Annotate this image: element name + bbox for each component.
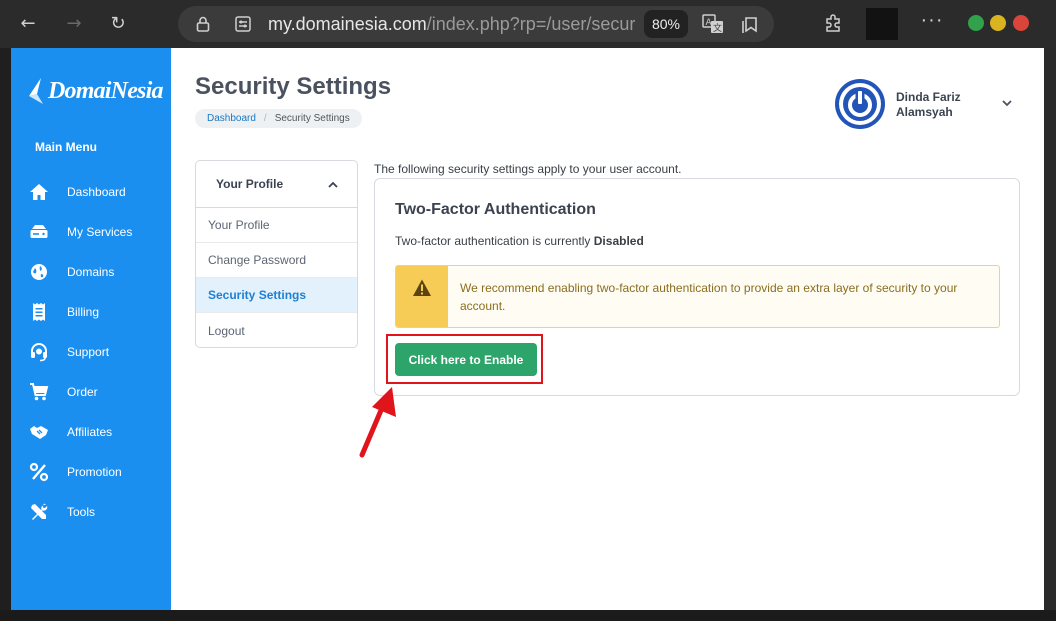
profile-panel: Your Profile Your Profile Change Passwor… bbox=[195, 160, 358, 348]
window-minimize-button[interactable] bbox=[968, 15, 984, 31]
brand-logo[interactable]: DomaiNesia bbox=[27, 74, 163, 108]
breadcrumb-separator: / bbox=[263, 113, 267, 124]
two-factor-status: Two-factor authentication is currently D… bbox=[395, 234, 644, 248]
url-domain: my.domainesia.com bbox=[268, 14, 427, 34]
sidebar-item-label: Billing bbox=[67, 305, 100, 319]
sidebar-item-label: My Services bbox=[67, 225, 133, 239]
user-menu[interactable]: Dinda Fariz Alamsyah bbox=[835, 79, 1025, 131]
taskbar-edge bbox=[0, 610, 1056, 621]
sidebar-item-domains[interactable]: Domains bbox=[11, 252, 171, 292]
profile-menu-security-settings[interactable]: Security Settings bbox=[196, 278, 357, 313]
sidebar-menu: Dashboard My Services Domains Billing Su… bbox=[11, 172, 171, 532]
profile-menu-logout[interactable]: Logout bbox=[196, 313, 357, 347]
extensions-puzzle-icon[interactable] bbox=[822, 12, 844, 34]
handshake-icon bbox=[30, 426, 48, 439]
sidebar-item-tools[interactable]: Tools bbox=[11, 492, 171, 532]
reading-list-icon[interactable] bbox=[740, 14, 760, 34]
sidebar-item-label: Domains bbox=[67, 265, 115, 279]
chevron-down-icon[interactable] bbox=[1000, 96, 1014, 110]
window-close-button[interactable] bbox=[1013, 15, 1029, 31]
back-arrow-icon[interactable]: ← bbox=[16, 12, 40, 36]
annotation-arrow-icon bbox=[359, 387, 396, 458]
profile-panel-header[interactable]: Your Profile bbox=[196, 161, 357, 208]
sidebar-item-dashboard[interactable]: Dashboard bbox=[11, 172, 171, 212]
sidebar: DomaiNesia Main Menu Dashboard My Servic… bbox=[11, 48, 171, 610]
power-logo-icon bbox=[839, 83, 881, 125]
sidebar-item-label: Dashboard bbox=[67, 185, 126, 199]
translate-icon[interactable]: A 文 bbox=[702, 14, 724, 34]
address-bar[interactable]: my.domainesia.com/index.php?rp=/user/sec… bbox=[178, 6, 774, 42]
alert-icon-box bbox=[396, 266, 448, 327]
warning-alert: We recommend enabling two-factor authent… bbox=[395, 265, 1000, 328]
two-factor-title: Two-Factor Authentication bbox=[395, 201, 596, 218]
headset-icon bbox=[31, 343, 47, 362]
forward-arrow-icon[interactable]: → bbox=[62, 12, 86, 36]
user-name[interactable]: Dinda Fariz Alamsyah bbox=[896, 90, 986, 120]
sidebar-item-billing[interactable]: Billing bbox=[11, 292, 171, 332]
sidebar-item-label: Tools bbox=[67, 505, 96, 519]
url-path: /index.php?rp=/user/securit bbox=[426, 14, 636, 34]
logo-mark-icon bbox=[29, 78, 43, 104]
warning-triangle-icon bbox=[413, 279, 431, 296]
logo-text: DomaiNesia bbox=[48, 77, 163, 104]
alert-message: We recommend enabling two-factor authent… bbox=[460, 281, 958, 313]
home-icon bbox=[30, 184, 48, 200]
sidebar-item-label: Affiliates bbox=[67, 425, 113, 439]
security-intro-text: The following security settings apply to… bbox=[374, 162, 682, 176]
browser-profile-button[interactable] bbox=[866, 8, 898, 40]
breadcrumb-dashboard-link[interactable]: Dashboard bbox=[207, 113, 256, 124]
two-factor-card: Two-Factor Authentication Two-factor aut… bbox=[374, 178, 1020, 396]
url-text[interactable]: my.domainesia.com/index.php?rp=/user/sec… bbox=[268, 14, 636, 36]
cart-icon bbox=[30, 383, 49, 401]
receipt-icon bbox=[33, 303, 45, 321]
globe-icon bbox=[31, 264, 47, 280]
zoom-badge[interactable]: 80% bbox=[644, 10, 688, 38]
background-window-edge bbox=[1044, 48, 1056, 610]
lock-icon[interactable] bbox=[194, 15, 212, 33]
sidebar-item-label: Support bbox=[67, 345, 110, 359]
tools-icon bbox=[31, 503, 48, 520]
sidebar-item-my-services[interactable]: My Services bbox=[11, 212, 171, 252]
chevron-up-icon[interactable] bbox=[327, 179, 339, 191]
status-value: Disabled bbox=[593, 234, 644, 248]
avatar[interactable] bbox=[835, 79, 885, 129]
breadcrumb: Dashboard / Security Settings bbox=[195, 109, 362, 128]
svg-text:文: 文 bbox=[713, 22, 722, 34]
sidebar-item-affiliates[interactable]: Affiliates bbox=[11, 412, 171, 452]
window-maximize-button[interactable] bbox=[990, 15, 1006, 31]
sidebar-item-label: Order bbox=[67, 385, 98, 399]
browser-toolbar: ← → ↻ my.domainesia.com/index.php?rp=/us… bbox=[0, 0, 1056, 48]
site-info-icon[interactable] bbox=[234, 15, 252, 33]
sidebar-item-support[interactable]: Support bbox=[11, 332, 171, 372]
sidebar-item-label: Promotion bbox=[67, 465, 122, 479]
sidebar-item-order[interactable]: Order bbox=[11, 372, 171, 412]
page-viewport: DomaiNesia Main Menu Dashboard My Servic… bbox=[11, 48, 1044, 610]
reload-icon[interactable]: ↻ bbox=[106, 12, 130, 36]
sidebar-item-promotion[interactable]: Promotion bbox=[11, 452, 171, 492]
breadcrumb-current: Security Settings bbox=[274, 113, 350, 124]
enable-two-factor-button[interactable]: Click here to Enable bbox=[395, 343, 537, 376]
page-title: Security Settings bbox=[195, 73, 392, 100]
status-prefix: Two-factor authentication is currently bbox=[395, 234, 591, 248]
percent-icon bbox=[29, 462, 49, 482]
profile-menu-change-password[interactable]: Change Password bbox=[196, 243, 357, 278]
server-icon bbox=[30, 225, 48, 238]
profile-panel-title: Your Profile bbox=[216, 177, 284, 191]
main-menu-heading: Main Menu bbox=[35, 140, 97, 154]
more-options-icon[interactable]: ··· bbox=[918, 10, 946, 34]
profile-menu-your-profile[interactable]: Your Profile bbox=[196, 208, 357, 243]
